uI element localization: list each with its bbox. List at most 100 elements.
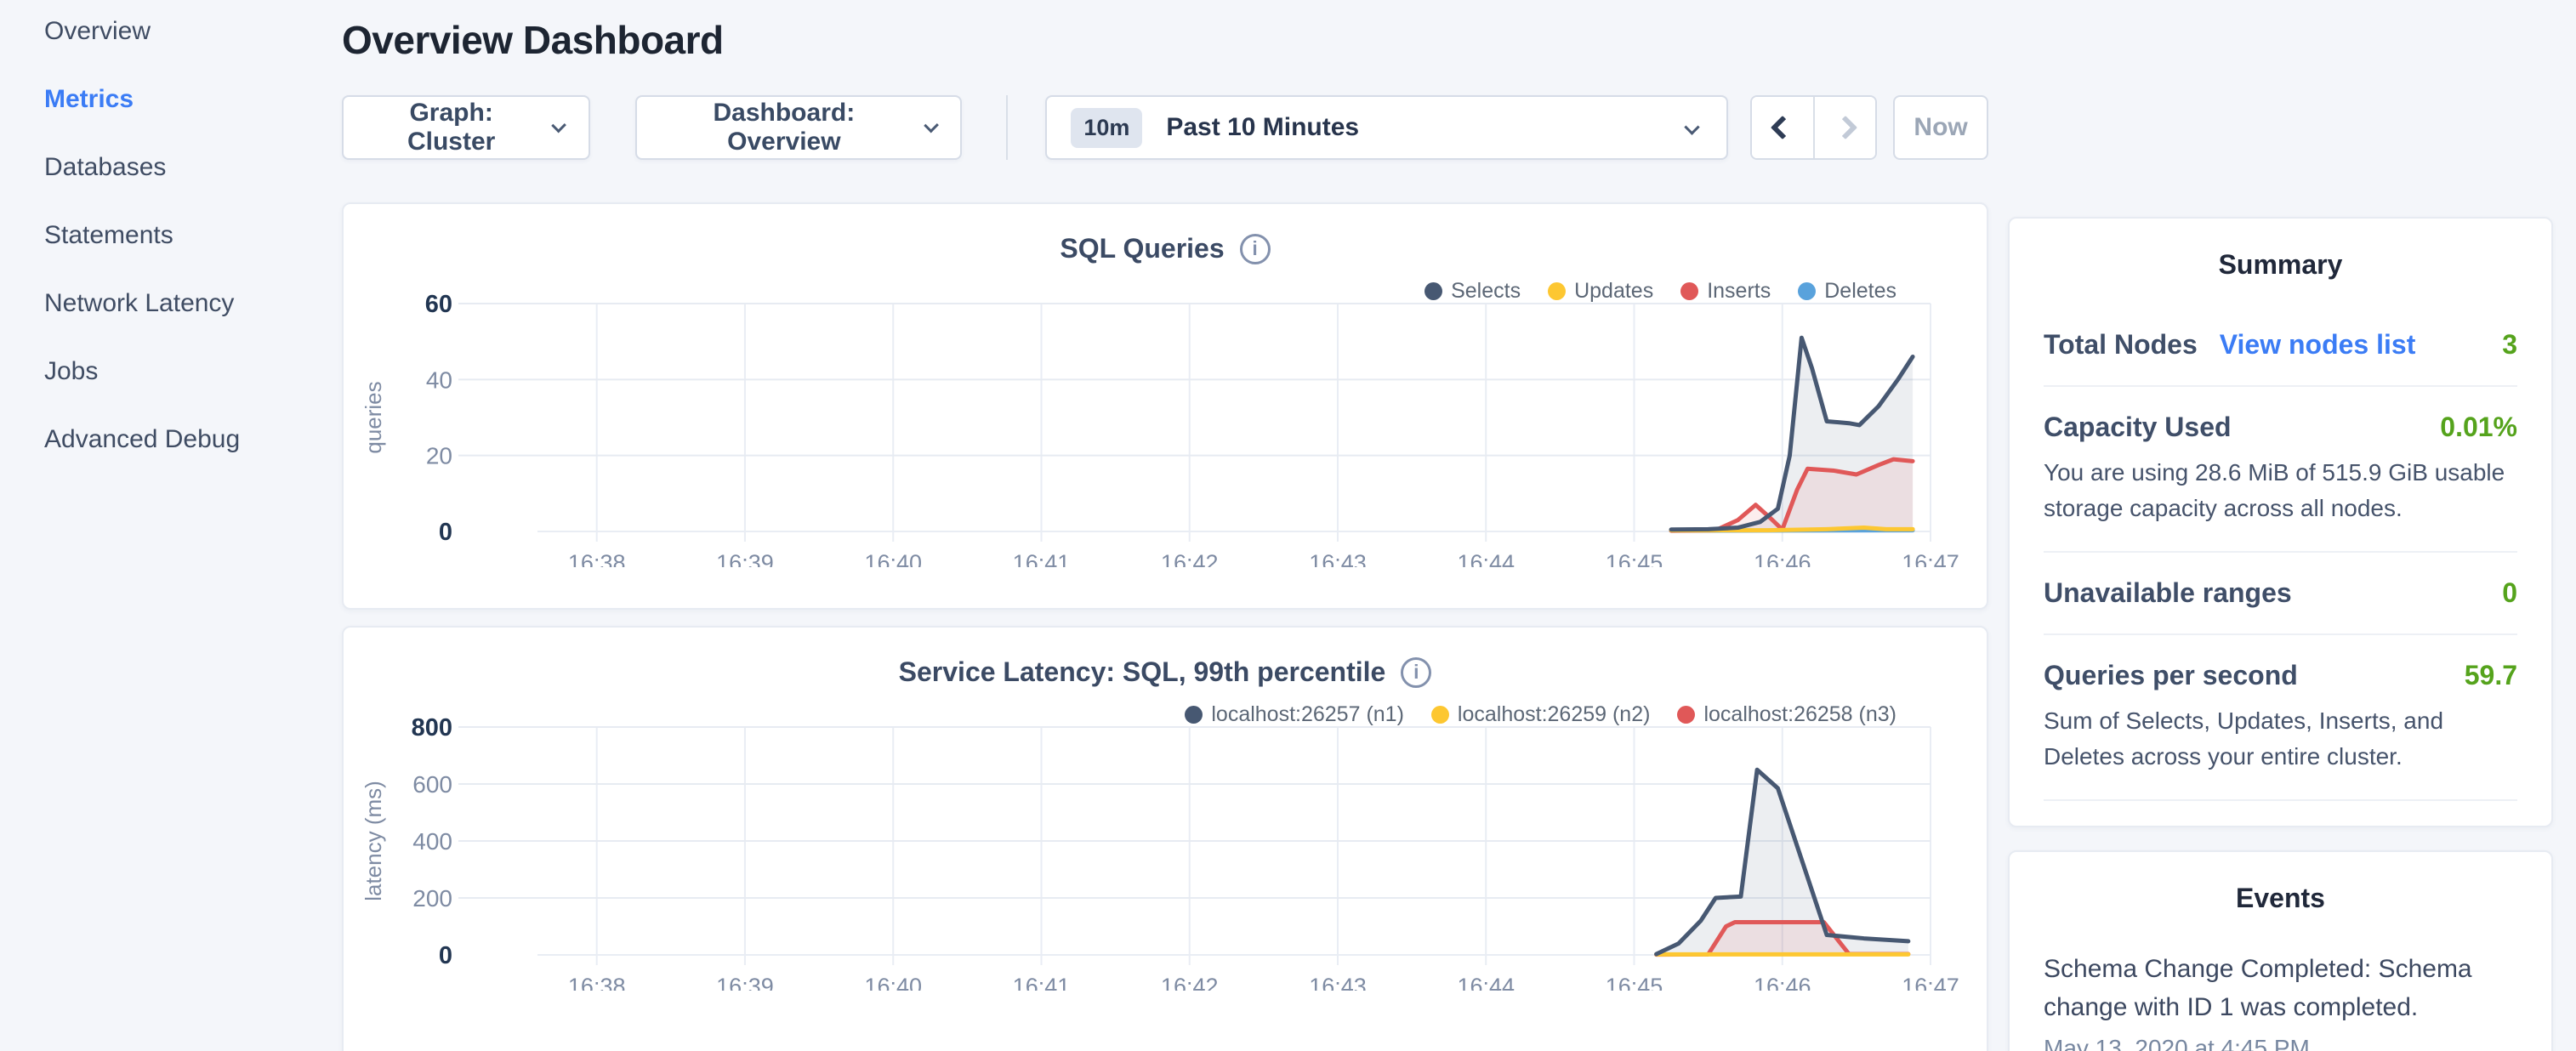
sidebar-item-metrics[interactable]: Metrics: [44, 87, 342, 112]
legend-dot-icon: [1424, 282, 1442, 300]
svg-text:16:47: 16:47: [1902, 974, 1959, 991]
svg-text:16:44: 16:44: [1457, 974, 1515, 991]
sql-queries-chart-card: SQL Queries i SelectsUpdatesInsertsDelet…: [342, 202, 1988, 610]
time-forward-button[interactable]: [1813, 97, 1875, 158]
svg-text:600: 600: [412, 771, 452, 798]
legend-label: Updates: [1574, 279, 1653, 304]
page-title: Overview Dashboard: [342, 17, 1988, 63]
service-latency-chart: 16:38 16:39 16:40 16:41 16:42 16:43 16:44 16:45…: [344, 710, 1987, 991]
time-back-button[interactable]: [1752, 97, 1814, 158]
svg-text:16:40: 16:40: [864, 974, 922, 991]
svg-text:0: 0: [439, 519, 452, 546]
sidebar-item-jobs[interactable]: Jobs: [44, 359, 342, 384]
event-message: Schema Change Completed: Schema change w…: [2044, 950, 2517, 1026]
legend-label: localhost:26259 (n2): [1458, 702, 1651, 727]
sidebar-item-overview[interactable]: Overview: [44, 19, 342, 44]
svg-text:16:41: 16:41: [1013, 974, 1071, 991]
sidebar-item-statements[interactable]: Statements: [44, 223, 342, 248]
svg-text:16:44: 16:44: [1457, 550, 1515, 567]
svg-text:16:43: 16:43: [1309, 550, 1367, 567]
stat-description: Sum of Selects, Updates, Inserts, and De…: [2044, 703, 2517, 775]
stat-value: 46.1 ms: [2418, 826, 2517, 827]
svg-text:60: 60: [425, 291, 452, 318]
stat-value: 3: [2502, 329, 2517, 361]
page: Overview Metrics Databases Statements Ne…: [0, 0, 2576, 1051]
stat-p99-latency: P99 latency 46.1 ms: [2044, 801, 2517, 827]
sidebar-item-advanced-debug[interactable]: Advanced Debug: [44, 427, 342, 452]
svg-text:16:38: 16:38: [568, 974, 626, 991]
event-timestamp: May 13, 2020 at 4:45 PM: [2044, 1035, 2517, 1051]
legend-item[interactable]: Updates: [1548, 279, 1653, 304]
legend-item[interactable]: Deletes: [1798, 279, 1896, 304]
stat-unavailable-ranges: Unavailable ranges 0: [2044, 553, 2517, 633]
stat-label: Queries per second: [2044, 660, 2298, 691]
chart-legend: localhost:26257 (n1) localhost:26259 (n2)…: [1185, 702, 1896, 727]
graph-dropdown[interactable]: Graph: Cluster: [342, 95, 590, 160]
right-sidebar: Summary Total Nodes View nodes list 3 Ca…: [2008, 217, 2553, 1051]
time-range-label: Past 10 Minutes: [1166, 113, 1359, 142]
legend-item[interactable]: Inserts: [1680, 279, 1771, 304]
svg-text:16:46: 16:46: [1754, 974, 1811, 991]
stat-label: Unavailable ranges: [2044, 577, 2292, 609]
info-icon[interactable]: i: [1240, 234, 1271, 264]
info-icon[interactable]: i: [1401, 657, 1431, 688]
stat-label: P99 latency: [2044, 826, 2193, 827]
time-nav: [1750, 95, 1878, 160]
svg-text:16:40: 16:40: [864, 550, 922, 567]
svg-text:16:46: 16:46: [1754, 550, 1811, 567]
stat-total-nodes: Total Nodes View nodes list 3: [2044, 304, 2517, 385]
legend-label: localhost:26258 (n3): [1703, 702, 1896, 727]
view-nodes-list-link[interactable]: View nodes list: [2220, 329, 2416, 361]
chevron-down-icon: [1684, 119, 1699, 134]
legend-dot-icon: [1798, 282, 1816, 300]
events-panel: Events Schema Change Completed: Schema c…: [2008, 850, 2553, 1051]
now-button[interactable]: Now: [1893, 95, 1988, 160]
stat-queries-per-second: Queries per second 59.7 Sum of Selects, …: [2044, 635, 2517, 799]
chart-legend: Selects Updates Inserts Deletes: [1424, 279, 1896, 304]
sidebar-item-databases[interactable]: Databases: [44, 155, 342, 180]
legend-label: Deletes: [1824, 279, 1896, 304]
stat-value: 0.01%: [2440, 412, 2517, 443]
chevron-right-icon: [1834, 116, 1857, 139]
svg-text:16:47: 16:47: [1902, 550, 1959, 567]
time-range-dropdown[interactable]: 10m Past 10 Minutes: [1045, 95, 1727, 160]
sidebar-item-network-latency[interactable]: Network Latency: [44, 291, 342, 316]
dashboard-dropdown[interactable]: Dashboard: Overview: [635, 95, 963, 160]
legend-label: Selects: [1451, 279, 1521, 304]
svg-text:16:41: 16:41: [1013, 550, 1071, 567]
controls-bar: Graph: Cluster Dashboard: Overview 10m P…: [342, 95, 1988, 160]
svg-text:16:43: 16:43: [1309, 974, 1367, 991]
service-latency-chart-card: Service Latency: SQL, 99th percentile i …: [342, 626, 1988, 1051]
chevron-down-icon: [552, 117, 567, 133]
legend-dot-icon: [1185, 706, 1203, 724]
legend-dot-icon: [1677, 706, 1695, 724]
legend-item[interactable]: localhost:26259 (n2): [1431, 702, 1651, 727]
legend-label: localhost:26257 (n1): [1211, 702, 1404, 727]
svg-text:16:42: 16:42: [1161, 974, 1219, 991]
chevron-down-icon: [924, 117, 939, 133]
svg-text:800: 800: [412, 714, 452, 741]
events-title: Events: [2044, 883, 2517, 914]
legend-item[interactable]: Selects: [1424, 279, 1521, 304]
svg-text:0: 0: [439, 942, 452, 969]
legend-item[interactable]: localhost:26258 (n3): [1677, 702, 1896, 727]
svg-text:latency (ms): latency (ms): [361, 781, 386, 901]
legend-item[interactable]: localhost:26257 (n1): [1185, 702, 1404, 727]
svg-text:16:39: 16:39: [716, 550, 774, 567]
stat-label: Total Nodes: [2044, 329, 2198, 361]
svg-text:16:39: 16:39: [716, 974, 774, 991]
chart-title: Service Latency: SQL, 99th percentile: [899, 656, 1386, 688]
legend-dot-icon: [1431, 706, 1449, 724]
event-item[interactable]: Schema Change Completed: Schema change w…: [2044, 950, 2517, 1051]
svg-text:16:45: 16:45: [1606, 974, 1663, 991]
svg-text:20: 20: [426, 443, 452, 469]
legend-dot-icon: [1680, 282, 1698, 300]
svg-text:400: 400: [412, 828, 452, 855]
graph-dropdown-label: Graph: Cluster: [367, 99, 535, 156]
stat-capacity-used: Capacity Used 0.01% You are using 28.6 M…: [2044, 387, 2517, 551]
sql-queries-chart: 16:3816:3916:4016:4116:4216:4316:4416:45…: [344, 287, 1987, 567]
svg-text:queries: queries: [361, 381, 386, 453]
chevron-left-icon: [1771, 116, 1794, 139]
summary-title: Summary: [2044, 249, 2517, 281]
svg-text:200: 200: [412, 885, 452, 912]
